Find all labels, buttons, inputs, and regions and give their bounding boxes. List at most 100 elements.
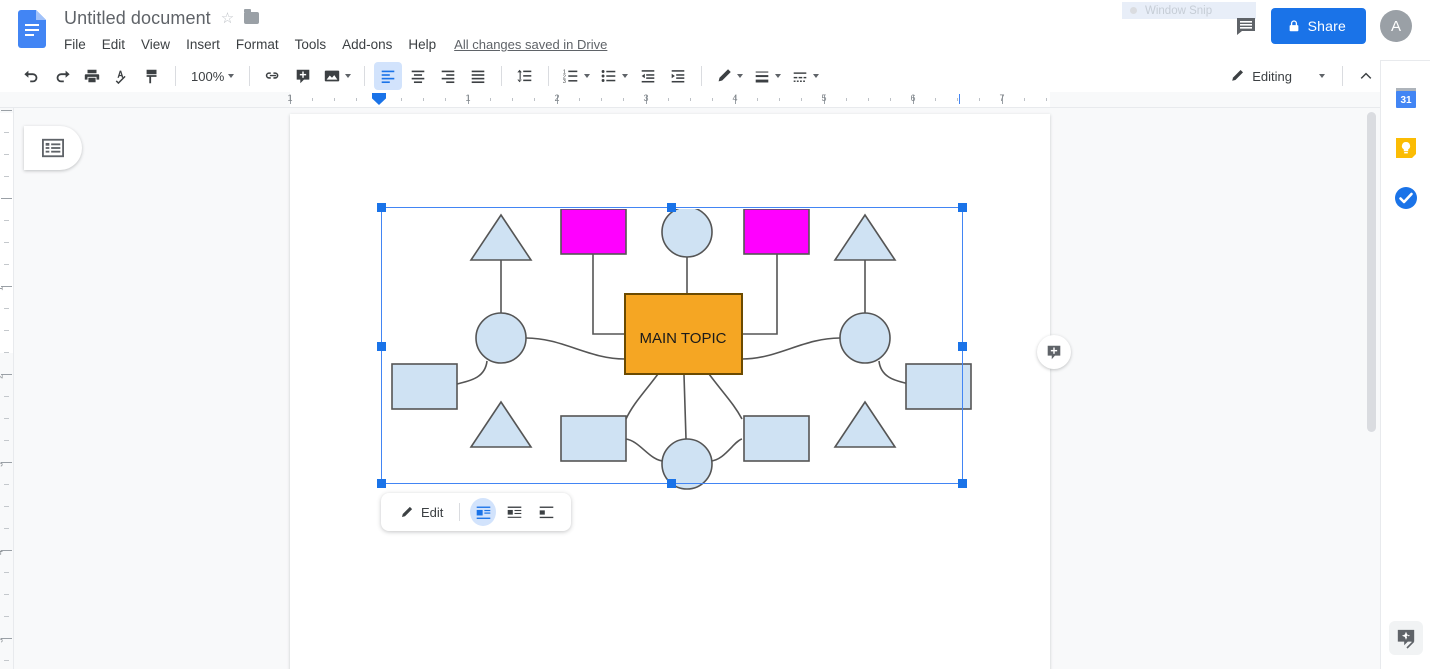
undo-button[interactable]: [18, 62, 46, 90]
google-docs-window: Untitled document ☆ File Edit View Inser…: [0, 0, 1430, 669]
resize-handle-bottom-right: [958, 479, 967, 488]
side-panel-top-divider: [1381, 60, 1430, 61]
wrap-text-icon: [506, 504, 523, 521]
editing-mode-selector[interactable]: Editing: [1221, 64, 1333, 88]
ruler-number: 3: [0, 462, 5, 466]
image-selection-box[interactable]: [381, 207, 963, 484]
align-right-button[interactable]: [434, 62, 462, 90]
resize-handle-bottom-center: [667, 479, 676, 488]
zoom-level-label: 100%: [191, 69, 224, 84]
window-snip-label: Window Snip: [1145, 5, 1212, 17]
align-justify-icon: [469, 67, 487, 85]
share-button[interactable]: Share: [1271, 8, 1366, 44]
comment-history-icon[interactable]: [1235, 15, 1257, 37]
add-comment-float-button[interactable]: [1037, 335, 1071, 369]
ruler-number: 2: [554, 93, 559, 103]
border-color-button[interactable]: [711, 62, 747, 90]
menu-file[interactable]: File: [64, 33, 94, 56]
image-edit-label: Edit: [421, 505, 443, 520]
line-spacing-button[interactable]: [511, 62, 539, 90]
align-left-button[interactable]: [374, 62, 402, 90]
ruler-page-span-vertical: [0, 113, 13, 353]
side-panel-item-calendar[interactable]: 31: [1394, 86, 1418, 110]
vertical-scrollbar[interactable]: [1367, 112, 1376, 432]
increase-indent-button[interactable]: [664, 62, 692, 90]
border-weight-button[interactable]: [749, 62, 785, 90]
menu-edit[interactable]: Edit: [94, 33, 133, 56]
google-docs-logo-icon: [18, 10, 46, 48]
title-area: Untitled document ☆ File Edit View Inser…: [64, 5, 607, 56]
svg-text:3: 3: [563, 79, 566, 85]
tasks-check-icon: [1394, 186, 1418, 210]
keep-bulb-icon: [1394, 136, 1418, 160]
spellcheck-icon: [113, 67, 131, 85]
star-outline-icon[interactable]: ☆: [221, 9, 234, 27]
menu-insert[interactable]: Insert: [178, 33, 228, 56]
chevron-down-icon: [584, 74, 590, 78]
toolbar-divider: [459, 503, 460, 521]
zoom-select[interactable]: 100%: [185, 66, 240, 87]
numbered-list-button[interactable]: 1 2 3: [558, 62, 594, 90]
align-justify-button[interactable]: [464, 62, 492, 90]
toolbar-divider: [175, 66, 176, 86]
resize-handle-middle-left: [377, 342, 386, 351]
break-text-icon: [538, 504, 555, 521]
formatting-toolbar: 100%: [0, 60, 1380, 92]
share-button-label: Share: [1308, 18, 1346, 34]
add-comment-button[interactable]: [289, 62, 317, 90]
hide-menus-button[interactable]: [1352, 62, 1380, 90]
move-to-folder-icon[interactable]: [244, 12, 259, 24]
wrap-text-inline-button[interactable]: [470, 498, 496, 526]
expand-side-panel-button[interactable]: [1403, 635, 1417, 649]
menu-help[interactable]: Help: [400, 33, 444, 56]
wrap-text-button[interactable]: [502, 498, 528, 526]
line-spacing-icon: [516, 67, 534, 85]
break-text-button[interactable]: [533, 498, 559, 526]
menu-format[interactable]: Format: [228, 33, 287, 56]
svg-text:31: 31: [1400, 95, 1412, 106]
bulleted-list-button[interactable]: [596, 62, 632, 90]
pencil-icon: [399, 505, 414, 520]
chevron-down-icon: [737, 74, 743, 78]
vertical-ruler[interactable]: 1 2 3 4 5: [0, 108, 14, 669]
resize-handle-top-center: [667, 203, 676, 212]
spellcheck-button[interactable]: [108, 62, 136, 90]
side-panel-item-keep[interactable]: [1394, 136, 1418, 160]
menu-addons[interactable]: Add-ons: [334, 33, 400, 56]
decrease-indent-icon: [639, 67, 657, 85]
avatar[interactable]: A: [1380, 10, 1412, 42]
chevron-down-icon: [1319, 74, 1325, 78]
toolbar-right-group: Editing: [1221, 60, 1380, 92]
border-dash-button[interactable]: [787, 62, 823, 90]
menu-tools[interactable]: Tools: [287, 33, 335, 56]
insert-image-button[interactable]: [319, 62, 355, 90]
decrease-indent-button[interactable]: [634, 62, 662, 90]
image-edit-button[interactable]: Edit: [393, 501, 449, 524]
link-icon: [264, 67, 282, 85]
print-button[interactable]: [78, 62, 106, 90]
app-header: Untitled document ☆ File Edit View Inser…: [0, 0, 1430, 60]
paint-format-button[interactable]: [138, 62, 166, 90]
pencil-icon: [1229, 68, 1245, 84]
window-snip-dot: [1130, 7, 1137, 14]
document-outline-button[interactable]: [24, 126, 82, 170]
horizontal-ruler[interactable]: 1 1 2 3 4 5 6 7: [0, 92, 1380, 108]
undo-icon: [23, 67, 41, 85]
resize-handle-top-left: [377, 203, 386, 212]
page-title[interactable]: Untitled document: [64, 5, 211, 31]
save-status[interactable]: All changes saved in Drive: [454, 37, 607, 52]
bulleted-list-icon: [600, 67, 618, 85]
lock-icon: [1287, 19, 1301, 33]
align-center-icon: [409, 67, 427, 85]
ruler-number: 6: [910, 93, 915, 103]
header-actions: Share A: [1235, 8, 1412, 44]
toolbar-divider: [1342, 66, 1343, 86]
chevron-down-icon: [622, 74, 628, 78]
menu-view[interactable]: View: [133, 33, 178, 56]
redo-button[interactable]: [48, 62, 76, 90]
align-center-button[interactable]: [404, 62, 432, 90]
insert-link-button[interactable]: [259, 62, 287, 90]
add-comment-icon: [1045, 343, 1063, 361]
ruler-number: 7: [999, 93, 1004, 103]
side-panel-item-tasks[interactable]: [1394, 186, 1418, 210]
